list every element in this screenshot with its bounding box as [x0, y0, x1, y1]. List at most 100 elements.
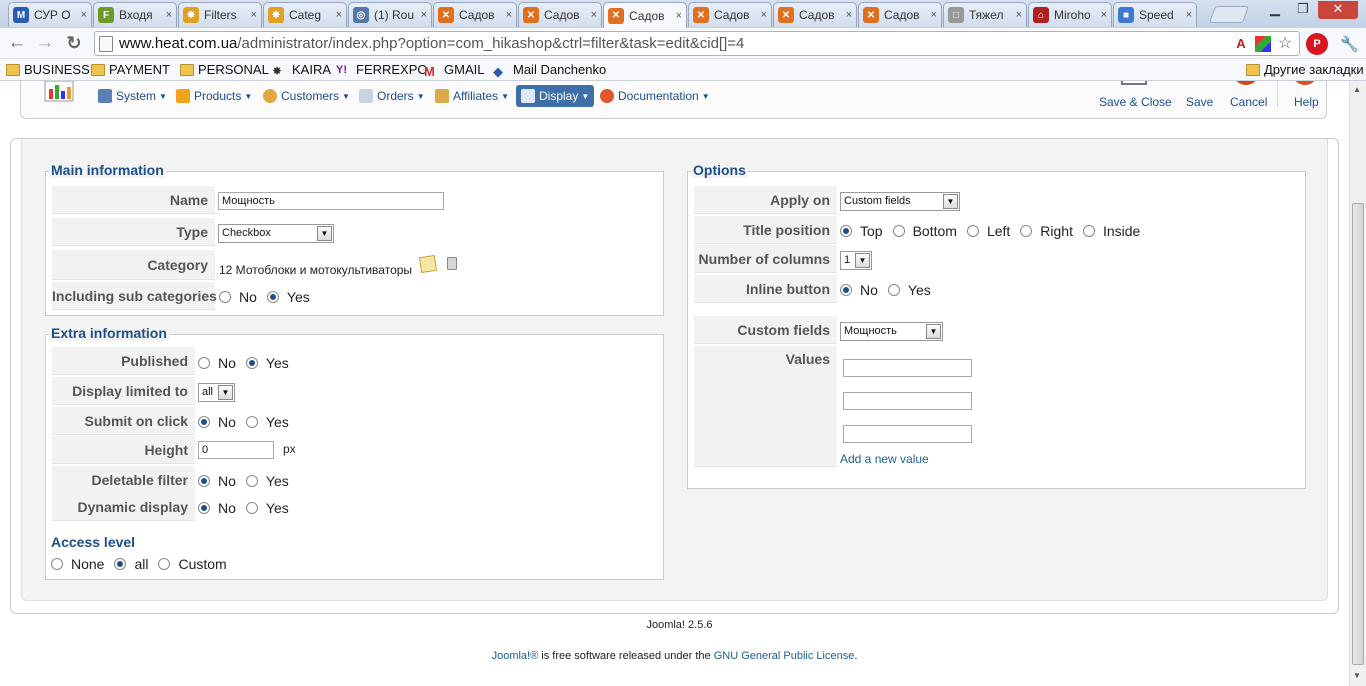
gpl-link[interactable]: GNU General Public License	[714, 650, 855, 662]
inline-no-radio[interactable]	[840, 284, 852, 296]
browser-tab[interactable]: ✸ Categ ×	[263, 2, 347, 27]
bookmark-personal[interactable]: PERSONAL	[180, 62, 269, 77]
extension-icon[interactable]	[1255, 36, 1271, 52]
published-yes-radio[interactable]	[245, 357, 258, 369]
menu-products[interactable]: Products ▼	[176, 89, 252, 103]
tab-close-icon[interactable]: ×	[336, 9, 342, 21]
joomla-link[interactable]: Joomla!®	[492, 650, 539, 662]
edit-icon[interactable]	[418, 254, 438, 274]
bookmark-kaira[interactable]: ✸ KAIRA	[272, 62, 331, 78]
browser-tab[interactable]: ✕ Садов ×	[688, 2, 772, 27]
subcat-yes-radio[interactable]	[266, 291, 279, 303]
value-input-3[interactable]	[843, 425, 972, 443]
scroll-up-icon[interactable]: ▲	[1353, 85, 1361, 94]
tab-close-icon[interactable]: ×	[591, 9, 597, 21]
access-none-radio[interactable]	[51, 558, 63, 570]
bookmark-ferrexpo[interactable]: Y! FERREXPO	[336, 62, 428, 77]
bookmark-gmail[interactable]: M GMAIL	[424, 62, 484, 79]
submit-yes-radio[interactable]	[245, 416, 258, 428]
type-select[interactable]: Checkbox ▼	[218, 224, 334, 243]
trash-icon[interactable]	[447, 257, 457, 270]
tab-close-icon[interactable]: ×	[251, 9, 257, 21]
maximize-icon[interactable]: ❐	[1290, 1, 1316, 19]
tab-close-icon[interactable]: ×	[166, 9, 172, 21]
translate-icon[interactable]: A	[1233, 36, 1249, 52]
other-bookmarks[interactable]: Другие закладки	[1246, 62, 1364, 77]
deletable-yes-radio[interactable]	[245, 475, 258, 487]
bookmark-mail-danchenko[interactable]: ◆ Mail Danchenko	[493, 62, 606, 79]
inline-yes-radio[interactable]	[887, 284, 900, 296]
cancel-button[interactable]: Cancel	[1230, 95, 1267, 109]
reload-icon[interactable]: ↻	[63, 32, 85, 54]
adblock-icon[interactable]: P	[1306, 33, 1328, 55]
value-input-2[interactable]	[843, 392, 972, 410]
browser-tab[interactable]: ✕ Садов ×	[858, 2, 942, 27]
access-custom-radio[interactable]	[158, 558, 171, 570]
position-left-radio[interactable]	[966, 225, 979, 237]
address-bar[interactable]: www.heat.com.ua/administrator/index.php?…	[94, 31, 1300, 56]
subcat-no-radio[interactable]	[219, 291, 231, 303]
menu-customers[interactable]: Customers ▼	[263, 89, 350, 103]
tab-close-icon[interactable]: ×	[676, 10, 682, 22]
display-limited-select[interactable]: all ▼	[198, 383, 235, 402]
bookmark-payment[interactable]: PAYMENT	[91, 62, 170, 77]
browser-tab[interactable]: ✕ Садов ×	[603, 2, 687, 28]
browser-tab[interactable]: ✕ Садов ×	[773, 2, 857, 27]
star-icon[interactable]: ☆	[1277, 36, 1293, 52]
dynamic-yes-radio[interactable]	[245, 502, 258, 514]
position-bottom-radio[interactable]	[892, 225, 905, 237]
minimize-icon[interactable]: ▁	[1262, 1, 1288, 19]
add-new-value-link[interactable]: Add a new value	[840, 452, 929, 466]
tab-close-icon[interactable]: ×	[506, 9, 512, 21]
height-input[interactable]: 0	[198, 441, 274, 459]
browser-tab[interactable]: ■ Speed ×	[1113, 2, 1197, 27]
close-window-icon[interactable]: ✕	[1318, 1, 1358, 19]
tab-close-icon[interactable]: ×	[81, 9, 87, 21]
access-all-radio[interactable]	[114, 558, 127, 570]
browser-tab[interactable]: ✸ Filters ×	[178, 2, 262, 27]
scroll-down-icon[interactable]: ▼	[1353, 671, 1361, 680]
tab-close-icon[interactable]: ×	[761, 9, 767, 21]
menu-display[interactable]: Display ▼	[516, 85, 595, 107]
menu-system[interactable]: System ▼	[98, 89, 167, 103]
save-close-button[interactable]: Save & Close	[1099, 95, 1172, 109]
value-input-1[interactable]	[843, 359, 972, 377]
menu-orders[interactable]: Orders ▼	[359, 89, 425, 103]
position-right-radio[interactable]	[1020, 225, 1033, 237]
new-tab-button[interactable]	[1208, 6, 1250, 23]
apply-on-select[interactable]: Custom fields ▼	[840, 192, 960, 211]
tab-title: СУР О	[34, 8, 71, 22]
name-input[interactable]: Мощность	[218, 192, 444, 210]
help-button[interactable]: Help	[1294, 95, 1319, 109]
tab-close-icon[interactable]: ×	[421, 9, 427, 21]
menu-documentation[interactable]: Documentation ▼	[600, 89, 710, 103]
wrench-icon[interactable]: 🔧	[1340, 35, 1359, 53]
tab-close-icon[interactable]: ×	[1016, 9, 1022, 21]
browser-tab[interactable]: M СУР О ×	[8, 2, 92, 27]
browser-tab[interactable]: F Входя ×	[93, 2, 177, 27]
browser-tab[interactable]: ✕ Садов ×	[433, 2, 517, 27]
deletable-no-radio[interactable]	[198, 475, 210, 487]
scroll-thumb[interactable]	[1352, 203, 1364, 665]
published-no-radio[interactable]	[198, 357, 210, 369]
vertical-scrollbar[interactable]: ▲ ▼	[1349, 81, 1366, 686]
save-button[interactable]: Save	[1186, 95, 1213, 109]
bookmark-business[interactable]: BUSINESS	[6, 62, 90, 77]
position-inside-radio[interactable]	[1082, 225, 1095, 237]
tab-close-icon[interactable]: ×	[931, 9, 937, 21]
back-icon[interactable]: ←	[6, 32, 28, 54]
submit-no-radio[interactable]	[198, 416, 210, 428]
menu-affiliates[interactable]: Affiliates ▼	[435, 89, 509, 103]
columns-select[interactable]: 1 ▼	[840, 251, 872, 270]
tab-close-icon[interactable]: ×	[1186, 9, 1192, 21]
browser-tab[interactable]: ◎ (1) Rou ×	[348, 2, 432, 27]
browser-tab[interactable]: □ Тяжел ×	[943, 2, 1027, 27]
browser-tab[interactable]: ✕ Садов ×	[518, 2, 602, 27]
browser-tab[interactable]: ⌂ Miroho ×	[1028, 2, 1112, 27]
tab-close-icon[interactable]: ×	[1101, 9, 1107, 21]
position-top-radio[interactable]	[840, 225, 852, 237]
custom-fields-select[interactable]: Мощность ▼	[840, 322, 943, 341]
dynamic-no-radio[interactable]	[198, 502, 210, 514]
forward-icon[interactable]: →	[34, 32, 56, 54]
tab-close-icon[interactable]: ×	[846, 9, 852, 21]
